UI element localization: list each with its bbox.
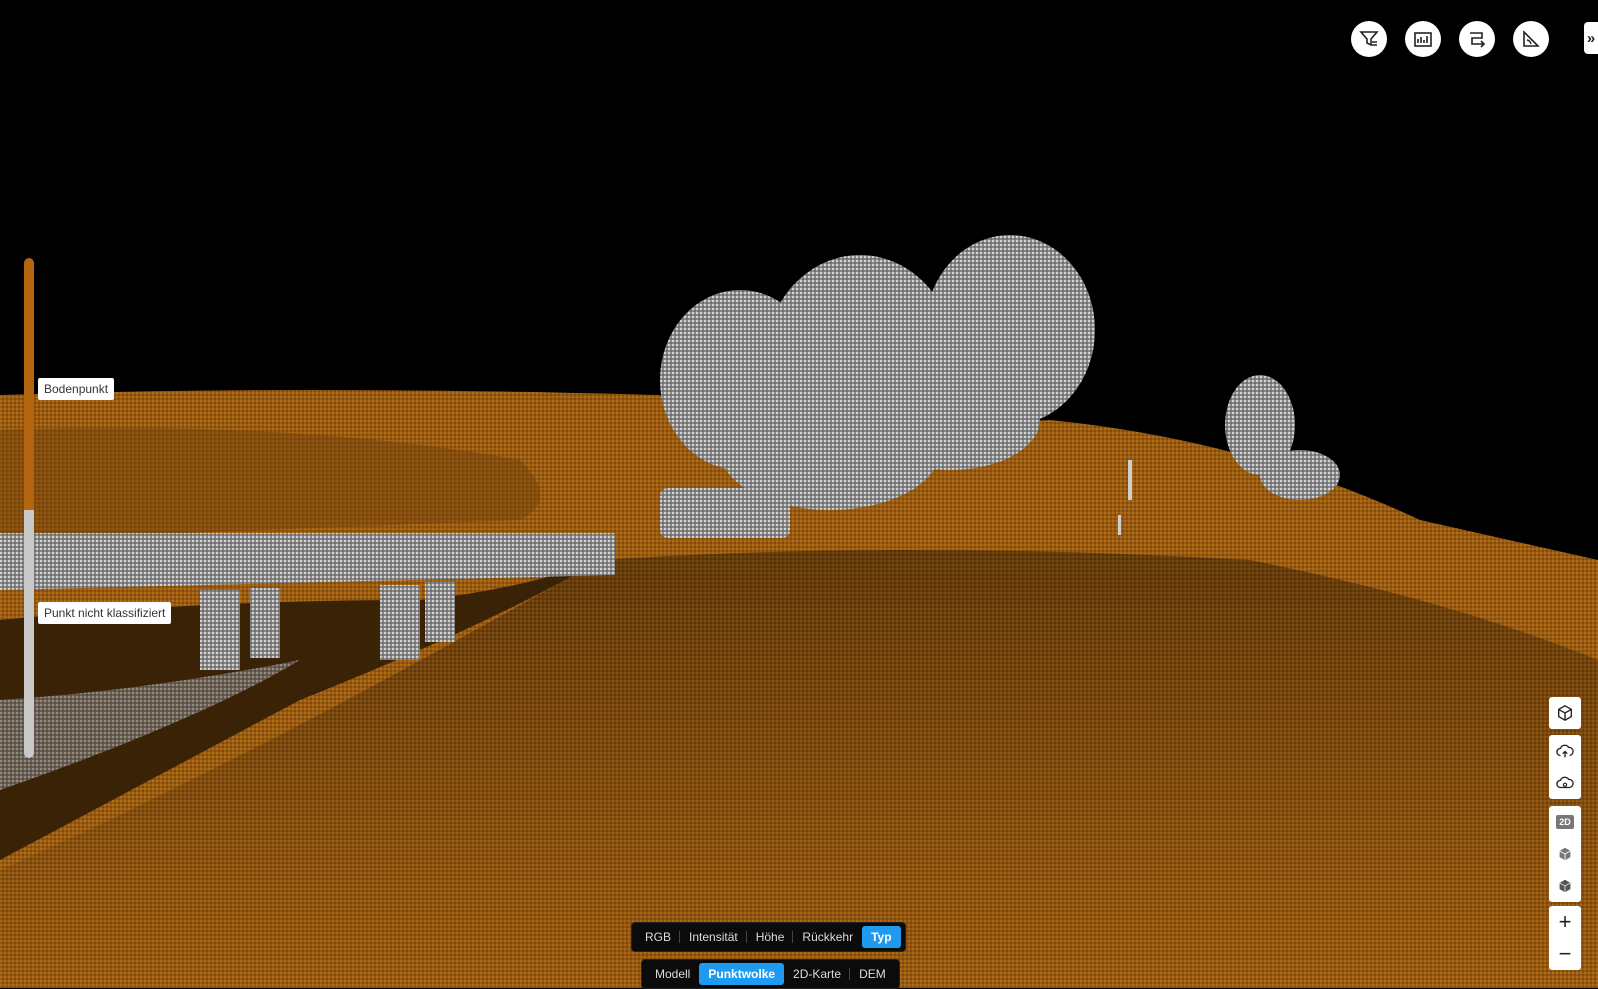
classification-legend-bar xyxy=(24,258,34,758)
view-2d-button[interactable]: 2D xyxy=(1549,806,1581,838)
expand-panel-button[interactable]: » xyxy=(1584,22,1598,54)
measure-icon xyxy=(1523,30,1540,47)
point-cloud-viewport[interactable] xyxy=(0,0,1598,988)
cloud-settings-icon xyxy=(1556,776,1574,789)
top-toolbar xyxy=(1351,21,1549,57)
import-button[interactable] xyxy=(1459,21,1495,57)
color-mode-rgb[interactable]: RGB xyxy=(636,926,680,948)
view-perspective-button[interactable] xyxy=(1549,870,1581,902)
filter-icon xyxy=(1359,31,1379,47)
cloud-upload-button[interactable] xyxy=(1549,735,1581,767)
view-mode-selector: Modell Punktwolke 2D-Karte DEM xyxy=(641,959,900,989)
color-mode-intensity[interactable]: Intensität xyxy=(679,926,747,948)
measure-button[interactable] xyxy=(1513,21,1549,57)
cube-icon xyxy=(1559,847,1571,861)
zoom-in-button[interactable]: + xyxy=(1549,906,1581,938)
legend-segment-ground xyxy=(24,258,34,510)
report-icon xyxy=(1414,32,1432,47)
zoom-in-icon: + xyxy=(1558,909,1572,934)
color-mode-selector: RGB Intensität Höhe Rückkehr Typ xyxy=(631,922,906,952)
view-cube-button[interactable] xyxy=(1549,697,1581,729)
view-mode-2d-map[interactable]: 2D-Karte xyxy=(784,963,850,985)
report-button[interactable] xyxy=(1405,21,1441,57)
legend-label-ground: Bodenpunkt xyxy=(38,378,115,400)
cube-solid-icon xyxy=(1559,879,1571,893)
zoom-out-button[interactable]: − xyxy=(1549,938,1581,970)
cube-settings-icon xyxy=(1558,705,1572,721)
view-mode-dem[interactable]: DEM xyxy=(849,963,895,985)
badge-2d: 2D xyxy=(1556,815,1574,829)
color-mode-type[interactable]: Typ xyxy=(862,926,901,948)
view-mode-group: 2D xyxy=(1549,806,1581,902)
view-mode-model[interactable]: Modell xyxy=(646,963,699,985)
zoom-out-icon: − xyxy=(1558,941,1572,966)
view-3d-button[interactable] xyxy=(1549,838,1581,870)
color-mode-return[interactable]: Rückkehr xyxy=(792,926,862,948)
legend-segment-unclassified xyxy=(24,510,34,758)
zoom-group: + − xyxy=(1549,906,1581,970)
legend-label-unclassified: Punkt nicht klassifiziert xyxy=(38,602,172,624)
filter-button[interactable] xyxy=(1351,21,1387,57)
color-mode-height[interactable]: Höhe xyxy=(745,926,794,948)
view-cube-group xyxy=(1549,697,1581,729)
cloud-group xyxy=(1549,735,1581,799)
view-mode-pointcloud[interactable]: Punktwolke xyxy=(699,963,785,985)
cloud-upload-icon xyxy=(1556,744,1574,758)
import-icon xyxy=(1470,32,1486,48)
cloud-settings-button[interactable] xyxy=(1549,767,1581,799)
